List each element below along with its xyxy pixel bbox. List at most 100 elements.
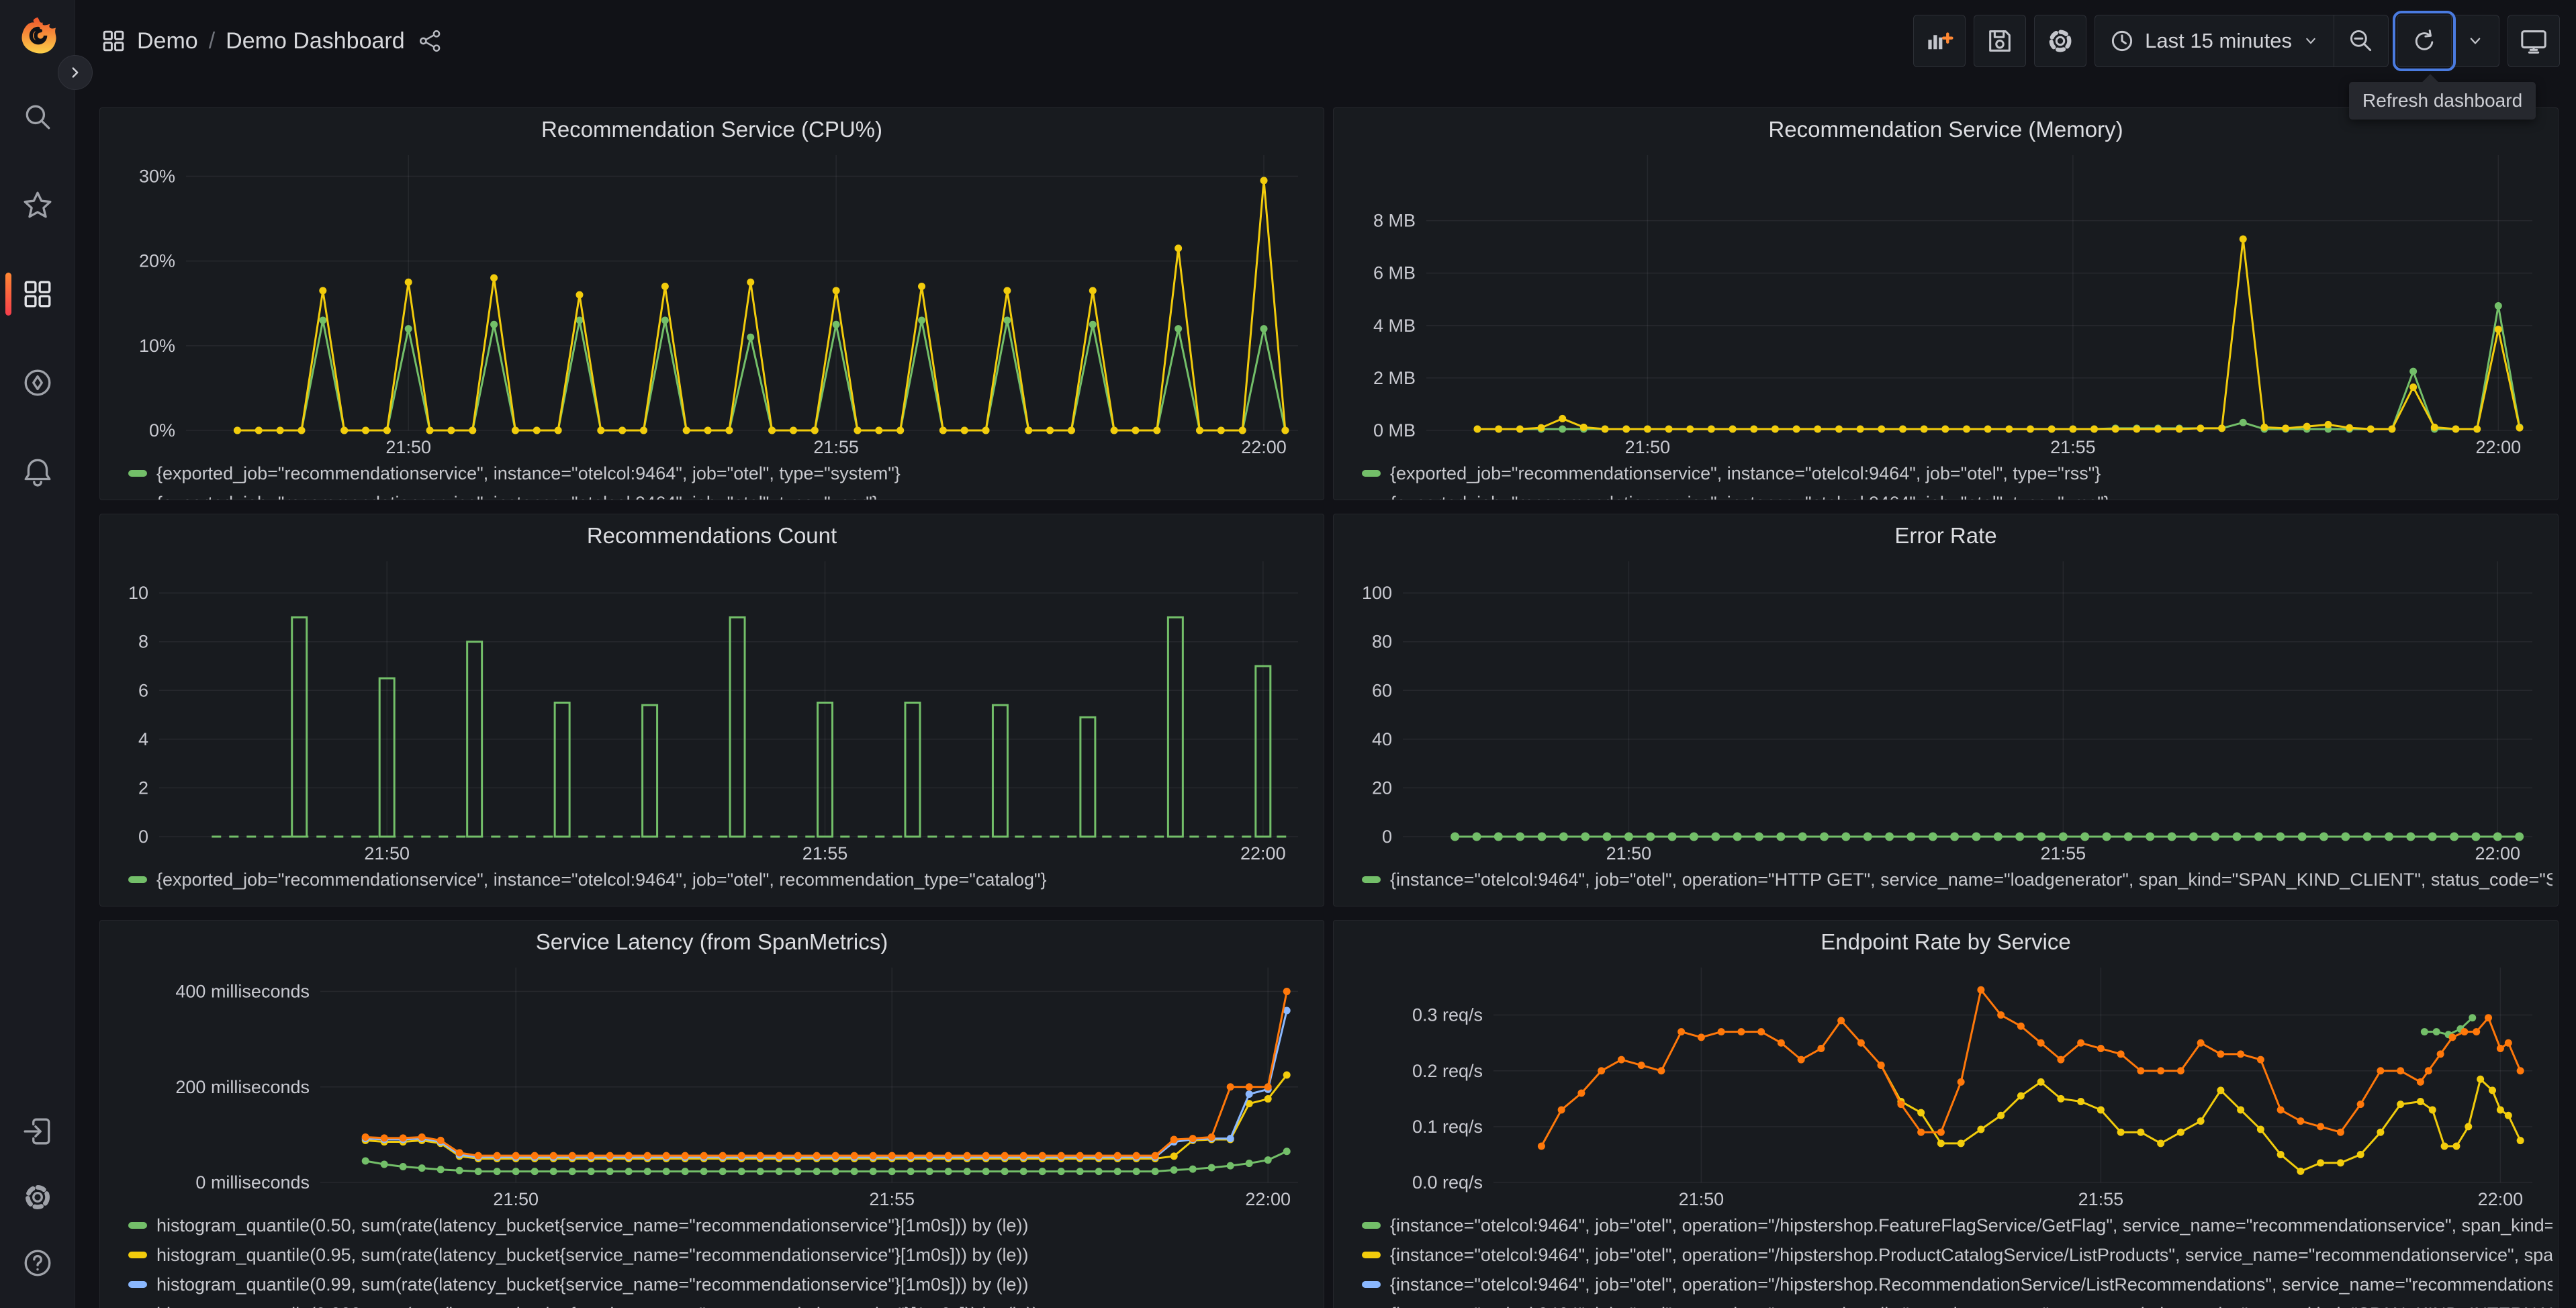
legend-label: {instance="otelcol:9464", job="otel", op… [1390, 1244, 2552, 1265]
legend-item[interactable]: {instance="otelcol:9464", job="otel", op… [1362, 1211, 2552, 1240]
legend-item[interactable]: {exported_job="recommendationservice", i… [1362, 488, 2552, 500]
timeseries-chart[interactable]: 0% 10% 20% 30% 21:50 21:55 22:00 [105, 147, 1318, 457]
legend-label: {instance="otelcol:9464", job="otel", op… [1390, 869, 2552, 890]
expand-sidebar-button[interactable] [58, 55, 93, 90]
svg-text:0: 0 [1382, 827, 1392, 847]
sidebar-item-explore[interactable] [0, 367, 75, 399]
legend-label: {exported_job="recommendationservice", i… [156, 493, 878, 500]
top-nav: Demo / Demo Dashboard Last 15 minutes [75, 0, 2576, 82]
panel-legend: {exported_job="recommendationservice", i… [128, 459, 1318, 500]
sidebar-item-search[interactable] [0, 101, 75, 133]
legend-item[interactable]: histogram_quantile(0.999, sum(rate(laten… [128, 1299, 1318, 1308]
svg-text:21:55: 21:55 [869, 1189, 915, 1209]
zoom-out-icon [2350, 30, 2372, 52]
legend-item[interactable]: {exported_job="recommendationservice", i… [128, 865, 1318, 894]
timeseries-chart[interactable]: 0.0 req/s 0.1 req/s 0.2 req/s 0.3 req/s 21:5… [1339, 960, 2552, 1209]
dashboards-grid-icon [24, 281, 50, 308]
save-dashboard-button[interactable] [1974, 15, 2027, 67]
refresh-button-group [2393, 11, 2499, 71]
add-panel-button[interactable] [1913, 15, 1966, 67]
share-dashboard-button[interactable] [418, 29, 443, 53]
svg-text:22:00: 22:00 [2475, 843, 2520, 863]
sidebar-item-help[interactable] [0, 1247, 75, 1279]
svg-text:21:50: 21:50 [493, 1189, 539, 1209]
legend-label: {exported_job="recommendationservice", i… [156, 869, 1047, 890]
legend-swatch-icon [1362, 470, 1381, 477]
svg-text:21:55: 21:55 [2041, 843, 2086, 863]
sidebar-item-dashboards[interactable] [0, 273, 75, 316]
sidebar-item-starred[interactable] [0, 189, 75, 222]
svg-text:10%: 10% [139, 336, 175, 356]
panel-title[interactable]: Recommendations Count [105, 518, 1318, 553]
panel-error-rate: Error Rate 0 20 40 60 80 100 21:50 21:55 22:00 {… [1333, 514, 2559, 906]
legend-item[interactable]: {exported_job="recommendationservice", i… [128, 459, 1318, 488]
timeseries-chart[interactable]: 0 milliseconds 200 milliseconds 400 millis… [105, 960, 1318, 1209]
timeseries-chart[interactable]: 0 MB 2 MB 4 MB 6 MB 8 MB 21:50 21:55 22:00 [1339, 147, 2552, 457]
svg-text:4: 4 [138, 729, 148, 749]
panel-service-latency: Service Latency (from SpanMetrics) 0 mil… [99, 920, 1324, 1308]
sidebar-item-configuration[interactable] [0, 1181, 75, 1213]
svg-text:0%: 0% [149, 420, 175, 440]
svg-text:21:55: 21:55 [813, 437, 859, 457]
panel-title[interactable]: Endpoint Rate by Service [1339, 925, 2552, 960]
panel-legend: histogram_quantile(0.50, sum(rate(latenc… [128, 1211, 1318, 1308]
chevron-down-icon [2306, 38, 2315, 44]
svg-text:0: 0 [138, 827, 148, 847]
breadcrumb-section[interactable]: Demo [137, 28, 198, 54]
legend-item[interactable]: {instance="otelcol:9464", job="otel", op… [1362, 1270, 2552, 1299]
kiosk-mode-button[interactable] [2508, 15, 2560, 67]
panel-title[interactable]: Error Rate [1339, 518, 2552, 553]
svg-text:21:55: 21:55 [802, 843, 848, 863]
legend-swatch-icon [128, 1281, 147, 1288]
refresh-interval-dropdown[interactable] [2451, 15, 2499, 66]
panel-recommendation-service-memory: Recommendation Service (Memory) 0 MB 2 MB… [1333, 107, 2559, 500]
help-icon [24, 1250, 50, 1276]
zoom-out-time-range-button[interactable] [2334, 15, 2388, 66]
svg-text:21:50: 21:50 [1679, 1189, 1724, 1209]
chevron-down-icon [2470, 38, 2481, 44]
svg-text:20: 20 [1372, 778, 1392, 798]
time-range-picker[interactable]: Last 15 minutes [2095, 15, 2334, 66]
legend-item[interactable]: {instance="otelcol:9464", job="otel", op… [1362, 1299, 2552, 1308]
legend-item[interactable]: {exported_job="recommendationservice", i… [1362, 459, 2552, 488]
star-icon [24, 191, 51, 218]
refresh-dashboard-button[interactable] [2393, 11, 2456, 71]
svg-text:0 milliseconds: 0 milliseconds [195, 1172, 310, 1193]
legend-item[interactable]: histogram_quantile(0.99, sum(rate(latenc… [128, 1270, 1318, 1299]
clock-icon [2112, 30, 2133, 52]
legend-item[interactable]: {instance="otelcol:9464", job="otel", op… [1362, 1240, 2552, 1270]
panel-legend: {instance="otelcol:9464", job="otel", op… [1362, 1211, 2552, 1308]
svg-text:400 milliseconds: 400 milliseconds [175, 982, 310, 1002]
legend-swatch-icon [128, 876, 147, 883]
legend-swatch-icon [128, 1252, 147, 1258]
legend-item[interactable]: {instance="otelcol:9464", job="otel", op… [1362, 865, 2552, 894]
legend-item[interactable]: histogram_quantile(0.95, sum(rate(latenc… [128, 1240, 1318, 1270]
svg-text:30%: 30% [139, 167, 175, 187]
sidebar [0, 0, 75, 1308]
sidebar-item-sign-in[interactable] [0, 1115, 75, 1148]
svg-text:21:55: 21:55 [2078, 1189, 2124, 1209]
sidebar-item-alerting[interactable] [0, 455, 75, 487]
grafana-app: Demo / Demo Dashboard Last 15 minutes Re… [0, 0, 2576, 1308]
svg-text:22:00: 22:00 [1245, 1189, 1291, 1209]
legend-swatch-icon [128, 1222, 147, 1229]
timeseries-chart[interactable]: 0 20 40 60 80 100 21:50 21:55 22:00 [1339, 553, 2552, 863]
panel-title[interactable]: Recommendation Service (CPU%) [105, 112, 1318, 147]
panel-recommendation-service-cpu: Recommendation Service (CPU%) 0% 10% 20% 30… [99, 107, 1324, 500]
panel-title[interactable]: Service Latency (from SpanMetrics) [105, 925, 1318, 960]
svg-text:0.3 req/s: 0.3 req/s [1412, 1005, 1483, 1025]
svg-text:4 MB: 4 MB [1373, 316, 1416, 336]
dashboard-settings-button[interactable] [2034, 15, 2087, 67]
timeseries-chart[interactable]: 0 2 4 6 8 10 21:50 21:55 22:00 [105, 553, 1318, 863]
svg-text:8: 8 [138, 632, 148, 652]
panel-endpoint-rate-by-service: Endpoint Rate by Service 0.0 req/s 0.1 re… [1333, 920, 2559, 1308]
legend-label: histogram_quantile(0.99, sum(rate(latenc… [156, 1274, 1029, 1295]
legend-swatch-icon [128, 470, 147, 477]
svg-text:22:00: 22:00 [2478, 1189, 2524, 1209]
legend-item[interactable]: {exported_job="recommendationservice", i… [128, 488, 1318, 500]
legend-item[interactable]: histogram_quantile(0.50, sum(rate(latenc… [128, 1211, 1318, 1240]
search-icon [26, 105, 50, 130]
svg-text:100: 100 [1362, 583, 1392, 603]
svg-text:0.2 req/s: 0.2 req/s [1412, 1061, 1483, 1081]
legend-label: {exported_job="recommendationservice", i… [1390, 463, 2101, 483]
